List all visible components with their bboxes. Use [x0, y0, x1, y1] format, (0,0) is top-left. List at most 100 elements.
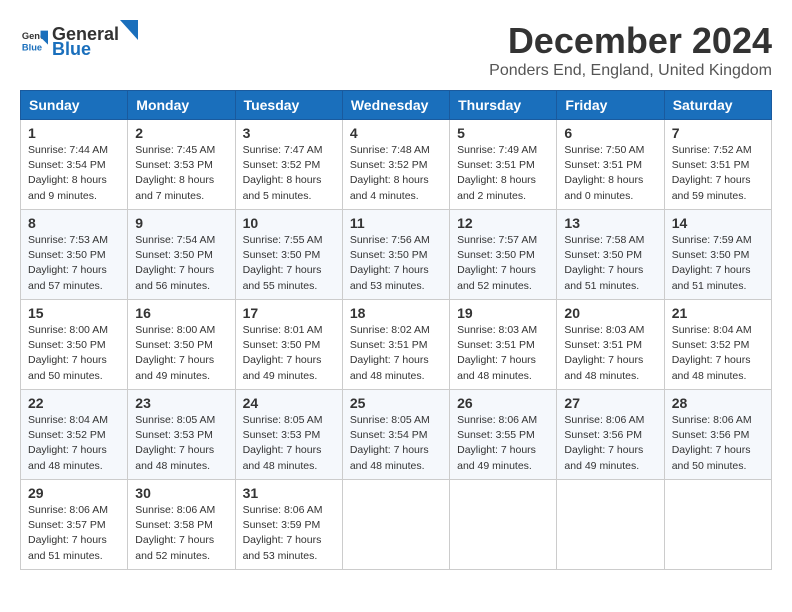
day-number: 21: [672, 305, 764, 321]
day-info: Sunrise: 7:48 AMSunset: 3:52 PMDaylight:…: [350, 143, 442, 204]
logo-icon: General Blue: [20, 26, 48, 54]
day-info: Sunrise: 7:50 AMSunset: 3:51 PMDaylight:…: [564, 143, 656, 204]
day-number: 28: [672, 395, 764, 411]
table-row: 17Sunrise: 8:01 AMSunset: 3:50 PMDayligh…: [235, 300, 342, 390]
day-info: Sunrise: 7:59 AMSunset: 3:50 PMDaylight:…: [672, 233, 764, 294]
header-monday: Monday: [128, 91, 235, 120]
calendar-week-row: 8Sunrise: 7:53 AMSunset: 3:50 PMDaylight…: [21, 210, 772, 300]
day-number: 31: [243, 485, 335, 501]
table-row: 19Sunrise: 8:03 AMSunset: 3:51 PMDayligh…: [450, 300, 557, 390]
day-number: 23: [135, 395, 227, 411]
table-row: 10 Sunrise: 7:55 AMSunset: 3:50 PMDayligh…: [235, 210, 342, 300]
day-info: Sunrise: 7:45 AMSunset: 3:53 PMDaylight:…: [135, 143, 227, 204]
day-number: 17: [243, 305, 335, 321]
logo-triangle-icon: [120, 20, 138, 40]
calendar-title-area: December 2024 Ponders End, England, Unit…: [489, 20, 772, 80]
day-number: 2: [135, 125, 227, 141]
table-row: 30 Sunrise: 8:06 AMSunset: 3:58 PMDayligh…: [128, 480, 235, 570]
location-subtitle: Ponders End, England, United Kingdom: [489, 62, 772, 80]
day-info: Sunrise: 7:52 AMSunset: 3:51 PMDaylight:…: [672, 143, 764, 204]
day-number: 18: [350, 305, 442, 321]
month-title: December 2024: [489, 20, 772, 62]
table-row: 31 Sunrise: 8:06 AMSunset: 3:59 PMDayligh…: [235, 480, 342, 570]
day-info: Sunrise: 8:00 AMSunset: 3:50 PMDaylight:…: [28, 323, 120, 384]
day-number: 3: [243, 125, 335, 141]
header-saturday: Saturday: [664, 91, 771, 120]
day-number: 10: [243, 215, 335, 231]
table-row: 3 Sunrise: 7:47 AMSunset: 3:52 PMDaylight…: [235, 120, 342, 210]
day-number: 1: [28, 125, 120, 141]
day-info: Sunrise: 8:06 AMSunset: 3:56 PMDaylight:…: [672, 413, 764, 474]
day-info: Sunrise: 8:06 AMSunset: 3:58 PMDaylight:…: [135, 503, 227, 564]
day-number: 25: [350, 395, 442, 411]
day-info: Sunrise: 8:02 AMSunset: 3:51 PMDaylight:…: [350, 323, 442, 384]
svg-text:Blue: Blue: [22, 42, 42, 52]
calendar-header-row: Sunday Monday Tuesday Wednesday Thursday…: [21, 91, 772, 120]
day-number: 13: [564, 215, 656, 231]
table-row: 23 Sunrise: 8:05 AMSunset: 3:53 PMDayligh…: [128, 390, 235, 480]
day-info: Sunrise: 8:06 AMSunset: 3:55 PMDaylight:…: [457, 413, 549, 474]
table-row: 18 Sunrise: 8:02 AMSunset: 3:51 PMDayligh…: [342, 300, 449, 390]
table-row: 28 Sunrise: 8:06 AMSunset: 3:56 PMDayligh…: [664, 390, 771, 480]
day-info: Sunrise: 8:06 AMSunset: 3:59 PMDaylight:…: [243, 503, 335, 564]
table-row: 11Sunrise: 7:56 AMSunset: 3:50 PMDayligh…: [342, 210, 449, 300]
day-number: 14: [672, 215, 764, 231]
table-row: [557, 480, 664, 570]
table-row: 5Sunrise: 7:49 AMSunset: 3:51 PMDaylight…: [450, 120, 557, 210]
table-row: 21 Sunrise: 8:04 AMSunset: 3:52 PMDayligh…: [664, 300, 771, 390]
day-number: 5: [457, 125, 549, 141]
day-number: 19: [457, 305, 549, 321]
table-row: 25 Sunrise: 8:05 AMSunset: 3:54 PMDayligh…: [342, 390, 449, 480]
day-info: Sunrise: 8:00 AMSunset: 3:50 PMDaylight:…: [135, 323, 227, 384]
table-row: 16 Sunrise: 8:00 AMSunset: 3:50 PMDayligh…: [128, 300, 235, 390]
day-number: 6: [564, 125, 656, 141]
day-number: 12: [457, 215, 549, 231]
table-row: [450, 480, 557, 570]
day-info: Sunrise: 7:47 AMSunset: 3:52 PMDaylight:…: [243, 143, 335, 204]
day-number: 20: [564, 305, 656, 321]
calendar-week-row: 22Sunrise: 8:04 AMSunset: 3:52 PMDayligh…: [21, 390, 772, 480]
day-info: Sunrise: 8:05 AMSunset: 3:53 PMDaylight:…: [135, 413, 227, 474]
day-info: Sunrise: 7:55 AMSunset: 3:50 PMDaylight:…: [243, 233, 335, 294]
day-info: Sunrise: 8:04 AMSunset: 3:52 PMDaylight:…: [672, 323, 764, 384]
table-row: 20 Sunrise: 8:03 AMSunset: 3:51 PMDayligh…: [557, 300, 664, 390]
table-row: 26 Sunrise: 8:06 AMSunset: 3:55 PMDayligh…: [450, 390, 557, 480]
table-row: 12 Sunrise: 7:57 AMSunset: 3:50 PMDayligh…: [450, 210, 557, 300]
day-number: 22: [28, 395, 120, 411]
day-info: Sunrise: 8:05 AMSunset: 3:53 PMDaylight:…: [243, 413, 335, 474]
table-row: 9Sunrise: 7:54 AMSunset: 3:50 PMDaylight…: [128, 210, 235, 300]
day-info: Sunrise: 8:06 AMSunset: 3:57 PMDaylight:…: [28, 503, 120, 564]
header-sunday: Sunday: [21, 91, 128, 120]
table-row: 7 Sunrise: 7:52 AMSunset: 3:51 PMDaylight…: [664, 120, 771, 210]
table-row: 29 Sunrise: 8:06 AMSunset: 3:57 PMDayligh…: [21, 480, 128, 570]
day-number: 11: [350, 215, 442, 231]
day-info: Sunrise: 7:58 AMSunset: 3:50 PMDaylight:…: [564, 233, 656, 294]
table-row: 13 Sunrise: 7:58 AMSunset: 3:50 PMDayligh…: [557, 210, 664, 300]
header-wednesday: Wednesday: [342, 91, 449, 120]
day-number: 29: [28, 485, 120, 501]
table-row: [664, 480, 771, 570]
calendar-week-row: 29 Sunrise: 8:06 AMSunset: 3:57 PMDayligh…: [21, 480, 772, 570]
day-info: Sunrise: 7:57 AMSunset: 3:50 PMDaylight:…: [457, 233, 549, 294]
calendar-week-row: 1 Sunrise: 7:44 AMSunset: 3:54 PMDaylight…: [21, 120, 772, 210]
header-friday: Friday: [557, 91, 664, 120]
day-info: Sunrise: 8:03 AMSunset: 3:51 PMDaylight:…: [564, 323, 656, 384]
table-row: [342, 480, 449, 570]
day-info: Sunrise: 7:44 AMSunset: 3:54 PMDaylight:…: [28, 143, 120, 204]
day-number: 8: [28, 215, 120, 231]
day-number: 26: [457, 395, 549, 411]
day-number: 4: [350, 125, 442, 141]
day-info: Sunrise: 8:05 AMSunset: 3:54 PMDaylight:…: [350, 413, 442, 474]
header-thursday: Thursday: [450, 91, 557, 120]
table-row: 14 Sunrise: 7:59 AMSunset: 3:50 PMDayligh…: [664, 210, 771, 300]
day-number: 16: [135, 305, 227, 321]
table-row: 24Sunrise: 8:05 AMSunset: 3:53 PMDayligh…: [235, 390, 342, 480]
table-row: 8Sunrise: 7:53 AMSunset: 3:50 PMDaylight…: [21, 210, 128, 300]
day-info: Sunrise: 8:06 AMSunset: 3:56 PMDaylight:…: [564, 413, 656, 474]
table-row: 4 Sunrise: 7:48 AMSunset: 3:52 PMDaylight…: [342, 120, 449, 210]
day-number: 30: [135, 485, 227, 501]
day-number: 7: [672, 125, 764, 141]
calendar-table: Sunday Monday Tuesday Wednesday Thursday…: [20, 90, 772, 570]
table-row: 1 Sunrise: 7:44 AMSunset: 3:54 PMDaylight…: [21, 120, 128, 210]
day-number: 27: [564, 395, 656, 411]
